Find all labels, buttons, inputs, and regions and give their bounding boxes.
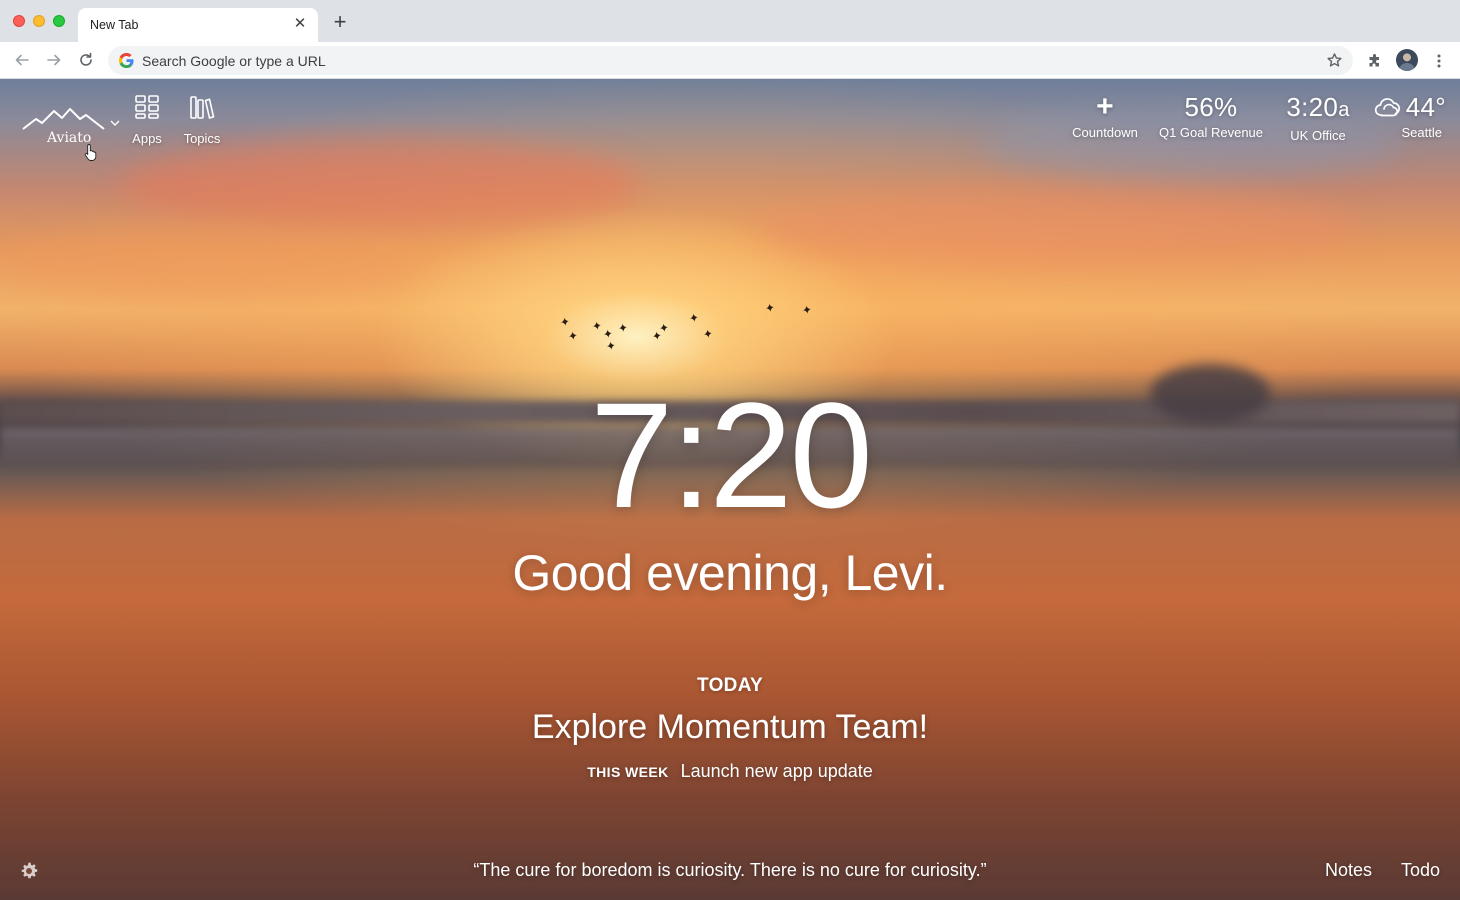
weather-location: Seattle: [1401, 125, 1442, 140]
new-tab-dashboard: ✦ ✦ ✦ ✦ ✦ ✦ ✦ ✦ ✦ ✦ ✦ ✦ Aviato Apps Topi…: [0, 79, 1460, 900]
background-cloud: [760, 189, 1360, 269]
profile-avatar[interactable]: [1396, 49, 1418, 71]
goal-metric-label: Q1 Goal Revenue: [1158, 125, 1264, 140]
countdown-widget[interactable]: + Countdown: [1064, 90, 1146, 141]
tab-strip: New Tab ✕ +: [0, 0, 1460, 42]
chevron-down-icon[interactable]: [110, 119, 120, 127]
greeting: Good evening, Levi.: [512, 545, 948, 601]
bird-icon: ✦: [558, 314, 572, 330]
background-cloud: [120, 139, 640, 229]
bird-icon: ✦: [763, 300, 777, 316]
tab-title: New Tab: [90, 18, 139, 32]
new-tab-button[interactable]: +: [330, 11, 350, 33]
back-icon[interactable]: [12, 50, 32, 70]
weather-widget[interactable]: 44° Seattle: [1364, 91, 1446, 140]
window-minimize-button[interactable]: [33, 15, 45, 27]
weekly-goal[interactable]: THIS WEEK Launch new app update: [0, 761, 1460, 782]
google-icon: [119, 53, 134, 68]
window-zoom-button[interactable]: [53, 15, 65, 27]
forward-icon[interactable]: [44, 50, 64, 70]
topics-label: Topics: [183, 131, 221, 146]
apps-label: Apps: [132, 131, 162, 146]
plus-icon: +: [1096, 90, 1114, 123]
bookmark-star-icon[interactable]: [1326, 52, 1343, 69]
quote[interactable]: “The cure for boredom is curiosity. Ther…: [0, 860, 1460, 881]
aviato-logo[interactable]: Aviato: [22, 105, 106, 145]
bird-icon: ✦: [566, 328, 580, 344]
bird-icon: ✦: [687, 310, 701, 326]
world-clock-ampm: a: [1338, 99, 1350, 121]
window-close-button[interactable]: [13, 15, 25, 27]
notes-link[interactable]: Notes: [1325, 860, 1372, 881]
browser-toolbar: Search Google or type a URL: [0, 42, 1460, 79]
week-goal-text: Launch new app update: [680, 761, 873, 781]
reload-icon[interactable]: [76, 50, 96, 70]
close-icon[interactable]: ✕: [292, 16, 308, 32]
omnibox[interactable]: Search Google or type a URL: [108, 46, 1353, 75]
bird-icon: ✦: [604, 338, 618, 354]
extensions-icon[interactable]: [1364, 50, 1386, 72]
bird-icon: ✦: [657, 320, 671, 336]
today-label: TODAY: [697, 675, 763, 696]
daily-focus[interactable]: Explore Momentum Team!: [0, 706, 1460, 748]
bird-icon: ✦: [800, 302, 814, 318]
main-clock[interactable]: 7:20: [0, 375, 1460, 535]
world-clock-time: 3:20: [1286, 92, 1339, 122]
books-icon: [190, 96, 215, 119]
goal-metric-widget[interactable]: 56% Q1 Goal Revenue: [1155, 91, 1267, 140]
topics-button[interactable]: Topics: [179, 94, 225, 146]
countdown-label: Countdown: [1072, 125, 1138, 140]
bird-icon: ✦: [701, 326, 715, 342]
todo-link[interactable]: Todo: [1401, 860, 1440, 881]
apps-button[interactable]: Apps: [124, 94, 170, 146]
weather-temperature: 44°: [1405, 92, 1446, 122]
omnibox-placeholder: Search Google or type a URL: [142, 53, 326, 69]
world-clock-widget[interactable]: 3:20a UK Office: [1276, 91, 1360, 143]
bird-icon: ✦: [616, 320, 630, 336]
cloudy-weather-icon: [1374, 98, 1400, 117]
goal-metric-value: 56%: [1184, 92, 1238, 122]
apps-grid-icon: [135, 95, 159, 119]
hand-cursor-icon: [84, 144, 97, 161]
world-clock-label: UK Office: [1290, 128, 1346, 143]
bird-icon: ✦: [590, 318, 604, 334]
background-cloud: [0, 229, 420, 299]
week-label: THIS WEEK: [587, 764, 669, 780]
tab-new-tab[interactable]: New Tab ✕: [78, 8, 318, 42]
menu-kebab-icon[interactable]: [1428, 50, 1450, 72]
